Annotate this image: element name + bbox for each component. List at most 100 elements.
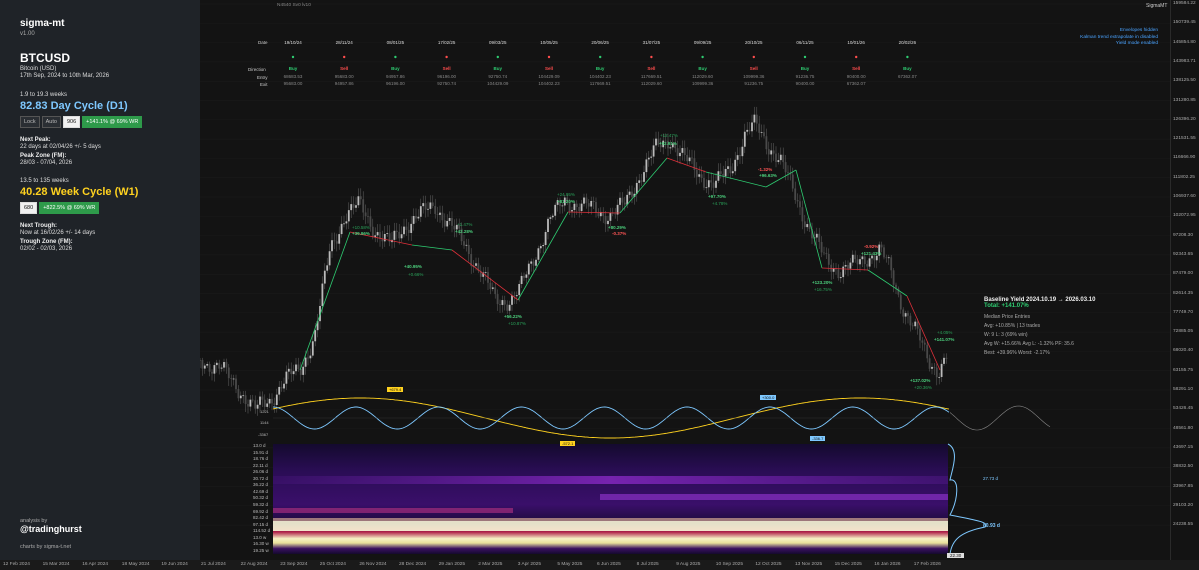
trade-direction: Buy xyxy=(595,66,605,71)
peak-zone-label: Peak Zone (FM): xyxy=(20,153,67,159)
trade-pct-label: +56.22% xyxy=(504,314,522,319)
x-tick-label: 23 Sep 2024 xyxy=(280,562,308,567)
trade-entry: 109999.36 xyxy=(743,74,765,79)
trade-pct-label: +80.29% xyxy=(608,225,626,230)
trade-marker xyxy=(547,55,551,59)
trade-marker xyxy=(445,55,448,59)
osc-mid-label: 1144 xyxy=(260,420,269,425)
trade-marker xyxy=(803,55,807,59)
next-peak-value: 22 days at 02/04/26 +/- 5 days xyxy=(20,144,101,150)
trade-marker xyxy=(701,55,704,59)
y-tick-label: 126396.20 xyxy=(1173,116,1196,122)
weekly-value-input[interactable]: 680 xyxy=(20,202,38,214)
y-tick-label: 138125.50 xyxy=(1173,78,1196,84)
trade-entry: 68683.53 xyxy=(283,74,303,79)
x-tick-label: 10 Sep 2025 xyxy=(715,562,744,567)
y-tick-label: 29103.20 xyxy=(1173,502,1194,508)
y-tick-label: 48561.80 xyxy=(1173,425,1194,431)
daily-peak-label: +300.0 xyxy=(760,395,777,400)
trade-date: 19/10/24 xyxy=(284,40,302,45)
heatmap-side-top: 27.73 d xyxy=(983,476,999,481)
x-tick-label: 25 Oct 2024 xyxy=(319,562,346,567)
y-tick-label: 38832.50 xyxy=(1173,464,1194,470)
trade-date: 20/10/25 xyxy=(745,40,763,45)
chart-header-info: N4540 Sv0 lv10 xyxy=(277,3,311,8)
trade-entry: 94957.86 xyxy=(386,74,405,79)
price-axis[interactable]: 159584.22 150739.45 145854.80 143983.71 1381… xyxy=(1170,0,1199,560)
trade-exit: 104402.23 xyxy=(538,81,560,86)
trade-pct-label: +10.87% xyxy=(508,321,526,326)
next-trough-label: Next Trough: xyxy=(20,223,57,229)
trade-date: 17/02/25 xyxy=(437,40,456,45)
trade-marker xyxy=(394,55,397,59)
lock-button[interactable]: Lock xyxy=(20,116,40,128)
heatmap-tick: 82.42 d xyxy=(253,515,269,521)
heatmap-tick: 18.76 d xyxy=(253,456,269,462)
symbol-name: Bitcoin (USD) xyxy=(20,66,57,72)
trade-direction: Buy xyxy=(493,66,503,71)
author-handle[interactable]: @tradinghurst xyxy=(20,524,82,534)
x-tick-label: 16 Apr 2024 xyxy=(82,562,109,567)
daily-trough-label: -336.7 xyxy=(810,436,826,441)
daily-controls: Lock Auto 906 +141.1% @ 69% WR xyxy=(20,116,200,128)
trade-pct-label: -0.92% xyxy=(864,244,879,249)
x-tick-label: 13 Nov 2025 xyxy=(795,562,823,567)
trade-entry: 92750.74 xyxy=(488,74,508,79)
y-tick-label: 72885.05 xyxy=(1173,329,1194,335)
trade-date: 09/09/25 xyxy=(693,40,712,45)
x-tick-label: 5 May 2025 xyxy=(557,562,583,567)
trade-direction: Buy xyxy=(698,66,707,71)
next-peak-label: Next Peak: xyxy=(20,137,51,143)
row-label-exit: Exit xyxy=(260,82,268,87)
y-tick-label: 121531.55 xyxy=(1173,136,1196,142)
trade-pct-label: +97.70% xyxy=(708,194,726,199)
x-tick-label: 19 Jun 2024 xyxy=(161,562,188,567)
trade-marker xyxy=(906,55,909,59)
next-trough-value: Now at 16/02/26 +/- 14 days xyxy=(20,230,96,236)
x-tick-label: 12 Oct 2025 xyxy=(755,562,782,567)
trade-exit: 109999.36 xyxy=(691,81,714,86)
trade-pct-label: +24.95% xyxy=(557,192,575,197)
daily-value-input[interactable]: 906 xyxy=(62,116,81,128)
trough-zone-value: 02/02 - 02/03, 2026 xyxy=(20,246,73,252)
trade-exit: 95683.00 xyxy=(283,81,303,86)
auto-button[interactable]: Auto xyxy=(41,116,61,128)
time-axis[interactable]: 12 Feb 2024 15 Mar 2024 16 Apr 2024 18 May … xyxy=(0,560,1199,570)
heatmap-tick: 26.06 d xyxy=(253,469,269,475)
trade-date: 09/03/25 xyxy=(489,40,507,45)
x-tick-label: 12 Feb 2024 xyxy=(3,562,30,567)
symbol-title: BTCUSD xyxy=(20,51,70,65)
trough-zone-label: Trough Zone (FM): xyxy=(20,239,73,245)
peak-zone-value: 28/03 - 07/04, 2026 xyxy=(20,160,73,166)
trade-entry: 117669.51 xyxy=(640,74,662,79)
trade-exit: 94957.86 xyxy=(334,81,354,86)
cycle-heatmap xyxy=(273,444,948,554)
trade-direction: Buy xyxy=(800,66,810,71)
weekly-perf-badge: +822.5% @ 69% WR xyxy=(39,202,100,214)
osc-low-label: -3367 xyxy=(258,432,269,437)
weekly-cycle-title: 40.28 Week Cycle (W1) xyxy=(20,186,139,198)
trade-pct-label: +96.63% xyxy=(759,173,777,178)
trade-direction: Sell xyxy=(852,66,861,71)
brand-title: sigma-mt xyxy=(20,18,65,29)
y-tick-label: 87479.00 xyxy=(1173,271,1194,277)
x-tick-label: 15 Mar 2024 xyxy=(42,562,70,567)
trade-marker xyxy=(343,55,346,59)
trade-date: 20/06/25 xyxy=(591,40,609,45)
trade-marker xyxy=(599,55,602,59)
trade-date: 20/02/26 xyxy=(898,40,917,45)
heatmap-tick: 114.52 d xyxy=(253,528,271,534)
yield-avg-wl: Avg W: +15.66% Avg L: -1.32% PF: 35.6 xyxy=(984,341,1074,347)
trade-pct-label: +92.91% xyxy=(659,141,677,146)
note-yield: Yield mode enabled xyxy=(1115,41,1158,46)
trade-pct-label: +4.78% xyxy=(712,201,728,206)
sigma-tag[interactable]: SigmaMT xyxy=(1146,3,1167,9)
trade-pct-label: +4.05% xyxy=(937,330,953,335)
trade-marker xyxy=(752,55,755,59)
trade-marker xyxy=(855,55,858,59)
daily-perf-badge: +141.1% @ 69% WR xyxy=(82,116,143,128)
yield-median: Median Price Entries xyxy=(984,314,1031,320)
x-tick-label: 18 May 2024 xyxy=(121,562,150,567)
heatmap-tick: 15.91 d xyxy=(253,449,269,455)
trade-pct-label: +39.96% xyxy=(352,231,370,236)
